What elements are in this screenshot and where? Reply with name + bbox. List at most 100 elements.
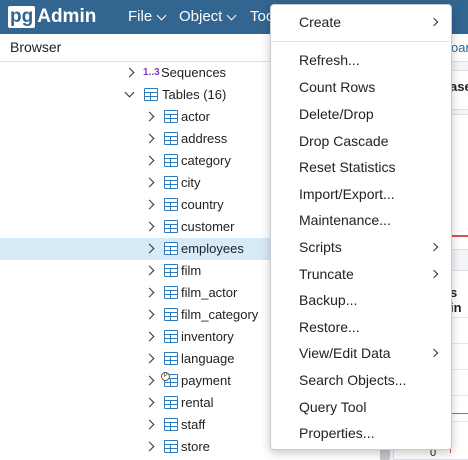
table-icon xyxy=(164,352,178,365)
table-icon xyxy=(164,330,178,343)
menu-item-label: Query Tool xyxy=(299,399,367,415)
tables-icon xyxy=(144,88,158,101)
tree-node-label: Sequences xyxy=(161,65,227,80)
menu-item-restore[interactable]: Restore... xyxy=(271,314,451,340)
chevron-right-icon[interactable] xyxy=(144,375,155,386)
tree-node-label: Tables (16) xyxy=(162,87,227,102)
menu-item-truncate[interactable]: Truncate xyxy=(271,261,451,287)
table-icon xyxy=(164,220,178,233)
menu-file-label: File xyxy=(128,8,153,25)
menu-item-label: Refresh... xyxy=(299,52,360,68)
table-icon xyxy=(164,242,178,255)
menu-item-drop-cascade[interactable]: Drop Cascade xyxy=(271,128,451,154)
chevron-right-icon[interactable] xyxy=(144,177,155,188)
chevron-right-icon[interactable] xyxy=(144,221,155,232)
menu-item-label: Backup... xyxy=(299,292,358,308)
chart-bar xyxy=(450,413,468,453)
chevron-right-icon[interactable] xyxy=(144,265,155,276)
menu-item-view-edit-data[interactable]: View/Edit Data xyxy=(271,340,451,366)
context-menu: Create Refresh... Count Rows Delete/Drop… xyxy=(270,4,452,450)
menu-item-label: Scripts xyxy=(299,239,342,255)
menu-item-maintenance[interactable]: Maintenance... xyxy=(271,207,451,233)
chevron-right-icon[interactable] xyxy=(124,67,135,78)
sequence-icon: 1..3 xyxy=(143,67,160,78)
chevron-right-icon[interactable] xyxy=(144,331,155,342)
table-label: employees xyxy=(181,241,244,256)
table-label: actor xyxy=(181,109,210,124)
menu-item-label: Delete/Drop xyxy=(299,106,374,122)
menu-item-import-export[interactable]: Import/Export... xyxy=(271,181,451,207)
menu-item-label: Create xyxy=(299,14,342,30)
table-icon xyxy=(164,176,178,189)
menu-item-label: View/Edit Data xyxy=(299,345,391,361)
table-label: category xyxy=(181,153,231,168)
menu-item-label: Import/Export... xyxy=(299,186,395,202)
menu-item-label: Properties... xyxy=(299,425,375,441)
table-label: film_category xyxy=(181,307,259,322)
table-icon xyxy=(164,132,178,145)
menu-item-label: Count Rows xyxy=(299,79,376,95)
chevron-right-icon xyxy=(429,17,439,27)
menu-file[interactable]: File xyxy=(128,0,167,34)
menu-item-query-tool[interactable]: Query Tool xyxy=(271,394,451,420)
table-label: city xyxy=(181,175,201,190)
menu-item-backup[interactable]: Backup... xyxy=(271,287,451,313)
chevron-right-icon[interactable] xyxy=(144,243,155,254)
chevron-down-icon[interactable] xyxy=(124,87,135,98)
menu-item-search-objects[interactable]: Search Objects... xyxy=(271,367,451,393)
chevron-right-icon xyxy=(429,348,439,358)
card-heading-fragment: ase xyxy=(450,79,468,94)
menu-item-label: Drop Cascade xyxy=(299,133,389,149)
table-label: address xyxy=(181,131,228,146)
logo-admin: Admin xyxy=(37,6,97,27)
menu-item-label: Maintenance... xyxy=(299,212,391,228)
chevron-right-icon[interactable] xyxy=(144,353,155,364)
chevron-right-icon[interactable] xyxy=(144,133,155,144)
chevron-right-icon[interactable] xyxy=(144,155,155,166)
table-label: customer xyxy=(181,219,235,234)
table-icon xyxy=(164,110,178,123)
menu-item-label: Restore... xyxy=(299,319,360,335)
table-label: staff xyxy=(181,417,206,432)
table-label: film xyxy=(181,263,202,278)
menu-object-label: Object xyxy=(179,8,223,25)
table-label: film_actor xyxy=(181,285,238,300)
chevron-right-icon[interactable] xyxy=(144,441,155,452)
table-icon xyxy=(164,286,178,299)
table-label: inventory xyxy=(181,329,234,344)
table-label: payment xyxy=(181,373,231,388)
table-icon xyxy=(164,264,178,277)
menu-item-refresh[interactable]: Refresh... xyxy=(271,47,451,73)
table-label: country xyxy=(181,197,224,212)
chevron-right-icon xyxy=(429,269,439,279)
chevron-right-icon[interactable] xyxy=(144,397,155,408)
menu-item-delete-drop[interactable]: Delete/Drop xyxy=(271,101,451,127)
partition-badge: P xyxy=(161,372,170,381)
pgadmin-logo[interactable]: pg Admin xyxy=(8,5,96,29)
chevron-right-icon[interactable] xyxy=(144,287,155,298)
chevron-right-icon[interactable] xyxy=(144,111,155,122)
chevron-right-icon xyxy=(429,242,439,252)
menu-item-scripts[interactable]: Scripts xyxy=(271,234,451,260)
table-label: store xyxy=(181,439,210,454)
browser-title: Browser xyxy=(10,39,62,55)
logo-pg: pg xyxy=(8,6,36,28)
dashboard-tab-fragment[interactable]: oar xyxy=(451,40,468,55)
menu-item-label: Truncate xyxy=(299,266,354,282)
chevron-right-icon[interactable] xyxy=(144,309,155,320)
menu-item-create[interactable]: Create xyxy=(271,9,451,35)
table-icon xyxy=(164,440,178,453)
table-icon xyxy=(164,396,178,409)
table-icon xyxy=(164,198,178,211)
card2-heading-fragment: s in xyxy=(450,285,462,315)
chevron-right-icon[interactable] xyxy=(144,419,155,430)
menu-item-label: Search Objects... xyxy=(299,372,407,388)
table-icon xyxy=(164,154,178,167)
chevron-right-icon[interactable] xyxy=(144,199,155,210)
menu-object[interactable]: Object xyxy=(179,0,237,34)
menu-item-reset-statistics[interactable]: Reset Statistics xyxy=(271,154,451,180)
table-icon xyxy=(164,308,178,321)
menu-item-count-rows[interactable]: Count Rows xyxy=(271,74,451,100)
menu-item-properties[interactable]: Properties... xyxy=(271,420,451,446)
table-label: rental xyxy=(181,395,214,410)
